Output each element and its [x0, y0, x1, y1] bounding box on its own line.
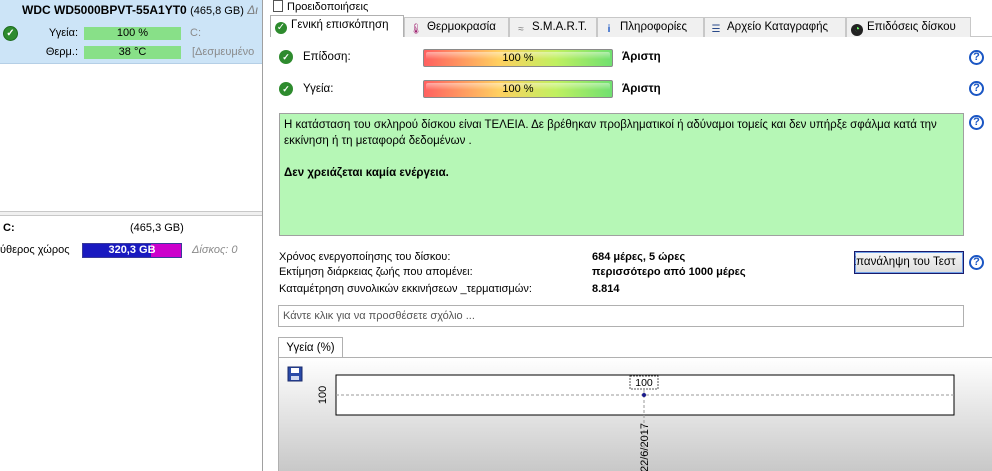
retest-help-icon[interactable]: ?: [969, 255, 984, 270]
tab-overview[interactable]: ✓ Γενική επισκόπηση: [270, 15, 404, 37]
performance-ok-icon: ✓: [279, 50, 293, 64]
performance-label: Επίδοση:: [303, 51, 351, 63]
free-space-label: ύθερος χώρος: [0, 244, 70, 256]
drive-more: Δι: [247, 3, 258, 17]
health-chart: 100 100 22/6/2017: [317, 374, 955, 471]
health-mini-bar: 100 %: [84, 27, 181, 40]
free-space-value: 320,3 GB: [108, 244, 156, 256]
log-icon: ☰: [711, 24, 721, 35]
performance-icon: ◔: [851, 24, 863, 36]
starts-value: 8.814: [592, 283, 620, 295]
volume-size: (465,3 GB): [130, 222, 184, 234]
health-chart-panel: 100 100 22/6/2017: [278, 357, 992, 471]
tab-performance-label: Επιδόσεις δίσκου: [867, 21, 956, 33]
tab-warnings-label: Προειδοποιήσεις: [287, 1, 369, 13]
tab-temperature-label: Θερμοκρασία: [427, 21, 496, 33]
lifetime-value: περισσότερο από 1000 μέρες: [592, 266, 746, 278]
y-tick-label: 100: [317, 386, 329, 404]
performance-bar: 100 %: [423, 49, 613, 67]
panel-divider: [0, 211, 262, 216]
drive-card[interactable]: WDC WD5000BPVT-55A1YT0 (465,8 GB) Δι ✓ Υ…: [0, 0, 262, 64]
tab-info[interactable]: i Πληροφορίες: [597, 17, 704, 37]
document-icon: [273, 0, 283, 12]
drive-model: WDC WD5000BPVT-55A1YT0: [22, 3, 187, 17]
health-status: Άριστη: [622, 83, 661, 95]
drive-size: (465,8 GB): [190, 5, 244, 17]
x-tick-label: 22/6/2017: [639, 423, 651, 471]
volume-disk: Δίσκος: 0: [192, 244, 238, 256]
tab-temperature[interactable]: 🌡 Θερμοκρασία: [404, 17, 509, 37]
tab-health-chart[interactable]: Υγεία (%): [278, 337, 343, 358]
lifetime-label: Εκτίμηση διάρκειας ζωής που απομένει:: [279, 266, 473, 278]
health-label: Υγεία:: [48, 27, 78, 39]
free-space-bar: 320,3 GB: [82, 243, 182, 258]
data-label: 100: [635, 377, 653, 389]
ok-check-icon: ✓: [3, 26, 18, 41]
temp-mini-bar: 38 °C: [84, 46, 181, 59]
tab-bar: ✓ Γενική επισκόπηση 🌡 Θερμοκρασία ≈ S.M.A.R…: [270, 15, 992, 37]
health-bar: 100 %: [423, 80, 613, 98]
performance-help-icon[interactable]: ?: [969, 50, 984, 65]
status-help-icon[interactable]: ?: [969, 115, 984, 130]
performance-value: 100 %: [502, 52, 534, 64]
power-on-value: 684 μέρες, 5 ώρες: [592, 251, 686, 263]
info-icon: i: [607, 24, 611, 35]
status-text: Η κατάσταση του σκληρού δίσκου είναι ΤΕΛ…: [284, 119, 937, 147]
tab-overview-label: Γενική επισκόπηση: [291, 19, 389, 31]
retest-button-label: Επανάληψη του Τεστ: [854, 256, 956, 268]
health-help-icon[interactable]: ?: [969, 81, 984, 96]
temp-label: Θερμ.:: [45, 46, 78, 58]
tab-smart[interactable]: ≈ S.M.A.R.T.: [509, 17, 597, 37]
tab-warnings[interactable]: Προειδοποιήσεις: [273, 0, 393, 15]
tab-performance[interactable]: ◔ Επιδόσεις δίσκου: [846, 17, 971, 37]
status-action: Δεν χρειάζεται καμία ενέργεια.: [284, 167, 449, 179]
status-text-box: Η κατάσταση του σκληρού δίσκου είναι ΤΕΛ…: [279, 113, 964, 236]
data-point: [642, 393, 646, 397]
starts-label: Καταμέτρηση συνολικών εκκινήσεων _τερματ…: [279, 283, 532, 295]
performance-status: Άριστη: [622, 51, 661, 63]
temp-extra: [Δεσμευμένο: [192, 46, 255, 58]
health-extra: C:: [190, 27, 201, 39]
overview-panel: ✓ Επίδοση: 100 % Άριστη ? ✓ Υγεία: 100 %…: [270, 37, 992, 471]
volume-letter: C:: [3, 222, 15, 234]
drive-list-panel: WDC WD5000BPVT-55A1YT0 (465,8 GB) Δι ✓ Υ…: [0, 0, 263, 471]
health-value: 100 %: [502, 83, 534, 95]
thermometer-icon: 🌡: [409, 24, 423, 35]
comment-field[interactable]: Κάντε κλικ για να προσθέσετε σχόλιο ...: [278, 305, 964, 327]
health-label: Υγεία:: [303, 83, 334, 95]
power-on-label: Χρόνος ενεργοποίησης του δίσκου:: [279, 251, 451, 263]
health-ok-icon: ✓: [279, 82, 293, 96]
tab-log[interactable]: ☰ Αρχείο Καταγραφής: [704, 17, 846, 37]
volume-card[interactable]: C: (465,3 GB) ύθερος χώρος 320,3 GB Δίσκ…: [0, 217, 262, 263]
tab-info-label: Πληροφορίες: [620, 21, 688, 33]
retest-button[interactable]: Επανάληψη του Τεστ: [854, 251, 964, 274]
drive-name: WDC WD5000BPVT-55A1YT0 (465,8 GB) Δι: [22, 3, 258, 17]
smart-icon: ≈: [518, 24, 524, 35]
tab-smart-label: S.M.A.R.T.: [532, 21, 587, 33]
tab-log-label: Αρχείο Καταγραφής: [727, 21, 829, 33]
check-icon: ✓: [275, 22, 287, 34]
